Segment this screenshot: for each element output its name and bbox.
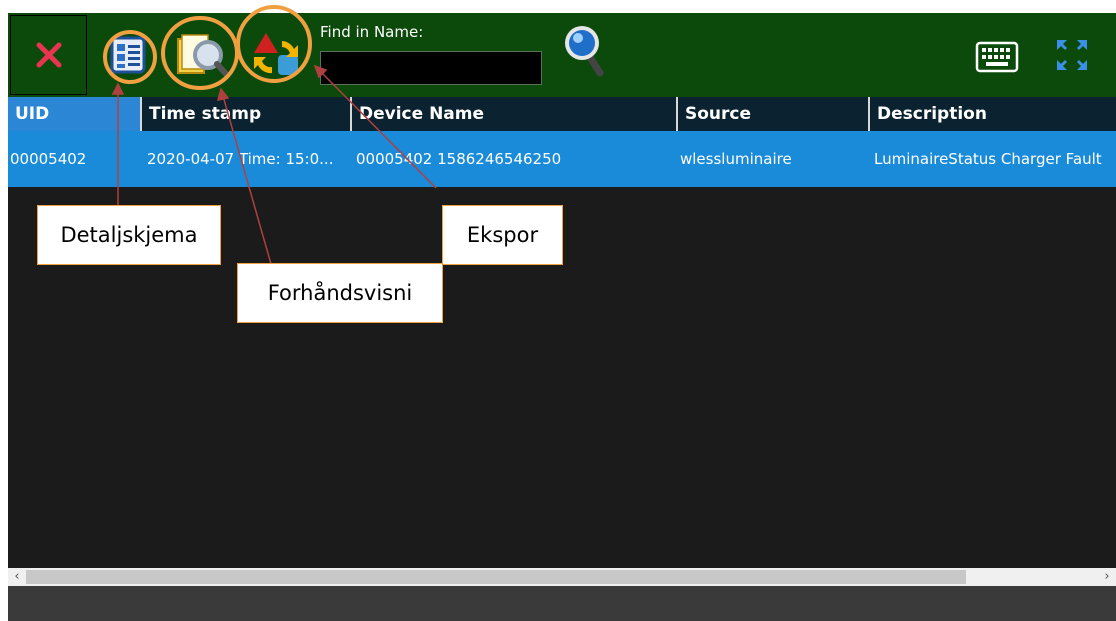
cell-time-stamp: 2020-04-07 Time: 15:0... bbox=[147, 150, 334, 168]
scroll-left-icon[interactable]: ‹ bbox=[8, 568, 26, 586]
column-header-uid[interactable]: UID bbox=[8, 97, 140, 131]
column-header-time-stamp[interactable]: Time stamp bbox=[140, 97, 350, 131]
close-button[interactable] bbox=[10, 15, 87, 95]
keyboard-button[interactable] bbox=[974, 37, 1020, 77]
print-preview-button[interactable] bbox=[172, 27, 232, 83]
scroll-right-icon[interactable]: › bbox=[1098, 568, 1116, 586]
app-window: Find in Name: UID Time stamp Device Name… bbox=[8, 13, 1116, 621]
export-icon bbox=[254, 33, 298, 75]
export-button[interactable] bbox=[248, 25, 304, 83]
search-button[interactable] bbox=[560, 23, 610, 79]
cell-source: wlessluminaire bbox=[680, 150, 792, 168]
print-preview-icon bbox=[177, 34, 230, 78]
column-header-description[interactable]: Description bbox=[868, 97, 1116, 131]
column-header-source[interactable]: Source bbox=[676, 97, 868, 131]
toolbar: Find in Name: bbox=[8, 13, 1116, 97]
column-header-device-name[interactable]: Device Name bbox=[350, 97, 676, 131]
cell-description: LuminaireStatus Charger Fault bbox=[874, 150, 1102, 168]
detail-form-button[interactable] bbox=[106, 33, 150, 77]
keyboard-icon bbox=[975, 41, 1019, 73]
cell-uid: 00005402 bbox=[10, 150, 87, 168]
cell-device-name: 00005402 1586246546250 bbox=[356, 150, 562, 168]
callout-ekspor: Ekspor bbox=[442, 205, 563, 265]
table-header: UID Time stamp Device Name Source Descri… bbox=[8, 97, 1116, 131]
scrollbar-thumb[interactable] bbox=[26, 570, 966, 584]
close-x-icon bbox=[36, 42, 61, 68]
callout-forhandsvisni: Forhåndsvisni bbox=[237, 263, 443, 323]
horizontal-scrollbar[interactable]: ‹ › bbox=[8, 568, 1116, 586]
detail-form-icon bbox=[110, 36, 146, 74]
expand-arrows-icon bbox=[1057, 40, 1087, 70]
find-in-name-input[interactable] bbox=[320, 51, 542, 85]
fullscreen-button[interactable] bbox=[1054, 37, 1090, 73]
table-row[interactable]: 00005402 2020-04-07 Time: 15:0... 000054… bbox=[8, 131, 1116, 187]
status-bar bbox=[8, 586, 1116, 621]
callout-detaljskjema: Detaljskjema bbox=[37, 205, 221, 265]
find-in-name-label: Find in Name: bbox=[320, 23, 424, 41]
magnifier-search-icon bbox=[565, 26, 604, 77]
